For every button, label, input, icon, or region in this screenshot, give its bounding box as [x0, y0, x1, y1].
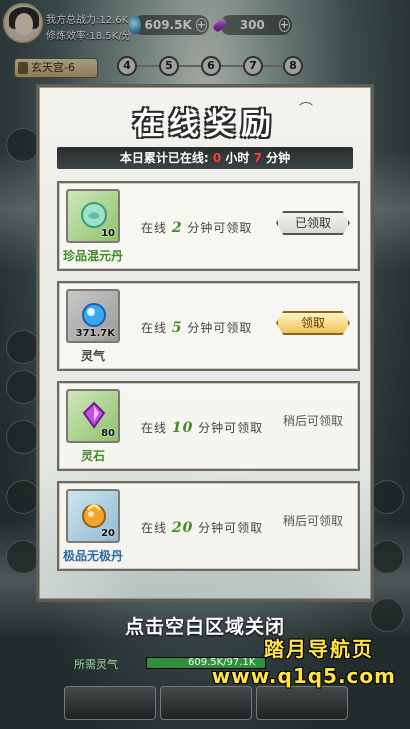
reward-name: 极品无极丹 [62, 549, 123, 563]
required-spirit-label: 所需灵气 [74, 658, 118, 671]
reward-name: 珍品混元丹 [62, 249, 123, 263]
bottom-button[interactable] [64, 686, 156, 720]
claim-later-label: 稍后可领取 [282, 514, 343, 528]
claim-button[interactable]: 领取 [276, 311, 350, 335]
reward-condition: 在线 10 分钟可领取 [141, 420, 264, 436]
reward-item-slot[interactable]: 371.7K [66, 289, 120, 343]
reward-item-slot[interactable]: 20 [66, 489, 120, 543]
reward-row: 80 灵石 在线 10 分钟可领取 稍后可领取 [57, 381, 360, 471]
reward-name: 灵石 [80, 449, 105, 463]
online-reward-panel: 在线奖励 ⌒ 本日累计已在线: 0 小时 7 分钟 10 珍品混元丹 在线 2 … [36, 84, 374, 602]
claimed-button[interactable]: 已领取 [276, 211, 350, 235]
bottom-button[interactable] [160, 686, 252, 720]
reward-condition: 在线 2 分钟可领取 [141, 220, 253, 236]
claim-later-label: 稍后可领取 [282, 414, 343, 428]
watermark-url: www.q1q5.com [211, 664, 396, 688]
panel-title: 在线奖励 [133, 107, 277, 142]
reward-row: 10 珍品混元丹 在线 2 分钟可领取 已领取 [57, 181, 360, 271]
bird-icon: ⌒ [299, 102, 313, 118]
reward-item-slot[interactable]: 10 [66, 189, 120, 243]
watermark-title: 踏月导航页 [264, 637, 374, 661]
reward-condition: 在线 20 分钟可领取 [141, 520, 264, 536]
golden-pill-icon [82, 504, 106, 528]
spirit-orb-icon [82, 303, 106, 327]
reward-condition: 在线 5 分钟可领取 [141, 320, 253, 336]
reward-row: 371.7K 灵气 在线 5 分钟可领取 领取 [57, 281, 360, 371]
online-minutes: 7 [253, 151, 262, 165]
bottom-button[interactable] [256, 686, 348, 720]
reward-row: 20 极品无极丹 在线 20 分钟可领取 稍后可领取 [57, 481, 360, 571]
jade-pill-icon [81, 202, 107, 228]
online-time-bar: 本日累计已在线: 0 小时 7 分钟 [57, 147, 353, 169]
reward-item-slot[interactable]: 80 [66, 389, 120, 443]
spirit-stone-icon [82, 401, 106, 429]
online-hours: 0 [212, 151, 222, 165]
reward-name: 灵气 [80, 349, 105, 363]
